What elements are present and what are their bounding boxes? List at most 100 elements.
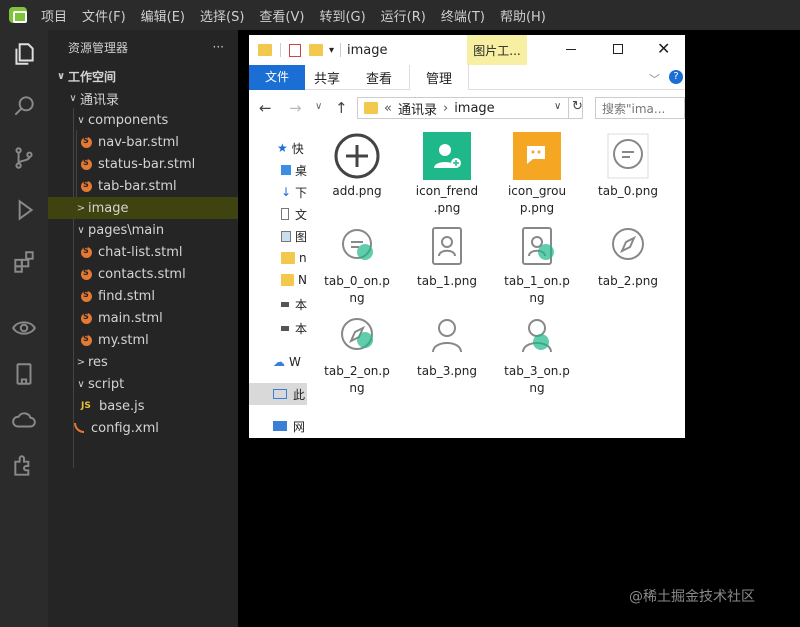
source-control-icon[interactable] — [0, 136, 48, 180]
file-item[interactable]: tab_3_on.p ng — [492, 312, 582, 397]
refresh-icon[interactable]: ↻ — [572, 99, 583, 114]
search-input[interactable]: 搜索"ima... — [595, 97, 685, 119]
tree-file[interactable]: main.stml — [48, 307, 238, 329]
nav-quick-access[interactable]: ★ 快 — [249, 137, 307, 159]
file-item[interactable]: tab_3.png — [402, 312, 492, 380]
tree-file[interactable]: status-bar.stml — [48, 153, 238, 175]
file-item[interactable]: tab_1.png — [402, 222, 492, 290]
back-arrow-icon[interactable]: ← — [259, 99, 272, 117]
chevron-down-icon[interactable]: ﹀ — [649, 71, 660, 87]
tab-file[interactable]: 文件 — [249, 64, 305, 90]
tree-file[interactable]: nav-bar.stml — [48, 131, 238, 153]
extensions-icon[interactable] — [0, 240, 48, 284]
file-item[interactable]: add.png — [312, 132, 402, 200]
close-button[interactable]: ✕ — [657, 39, 670, 58]
tree-file[interactable]: my.stml — [48, 329, 238, 351]
properties-icon[interactable] — [289, 43, 301, 57]
tree-folder-res[interactable]: > res — [48, 351, 238, 373]
more-actions-button[interactable]: ··· — [213, 40, 224, 54]
help-icon[interactable]: ? — [669, 70, 683, 84]
file-item[interactable]: icon_grou p.png — [492, 132, 582, 217]
file-name: p.png — [519, 201, 555, 215]
tree-folder-pages[interactable]: ∨ pages\main — [48, 219, 238, 241]
recent-locations-icon[interactable]: ∨ — [315, 101, 322, 112]
explorer-icon[interactable] — [0, 32, 48, 76]
maximize-button[interactable] — [613, 44, 623, 54]
search-icon[interactable] — [0, 84, 48, 128]
file-item[interactable]: tab_2_on.p ng — [312, 312, 402, 397]
device-icon[interactable] — [0, 352, 48, 396]
forward-arrow-icon[interactable]: → — [289, 99, 302, 117]
window-title: image — [347, 42, 388, 58]
chevron-down-icon: ∨ — [77, 378, 85, 390]
plugin-icon[interactable] — [0, 444, 48, 488]
tree-file[interactable]: config.xml — [48, 417, 238, 439]
path-overflow[interactable]: « — [384, 101, 392, 116]
tree-file[interactable]: tab-bar.stml — [48, 175, 238, 197]
path-segment[interactable]: 通讯录 — [398, 99, 437, 118]
nav-label: 快 — [291, 141, 304, 156]
tab-share[interactable]: 共享 — [301, 65, 353, 90]
nav-desktop[interactable]: 桌 — [249, 159, 307, 181]
quick-access-dropdown-icon[interactable]: ▾ — [329, 45, 334, 56]
tab-manage[interactable]: 管理 — [409, 64, 470, 90]
tree-label: script — [88, 376, 125, 392]
minimize-button[interactable] — [566, 49, 576, 50]
navigation-pane: ★ 快 桌 ↓ 下 文 图 n N 本 本 ☁ W 此 网 — [249, 127, 307, 438]
tab-view[interactable]: 查看 — [353, 65, 405, 90]
chevron-down-icon[interactable]: ∨ — [554, 101, 561, 112]
chevron-right-icon: › — [442, 100, 449, 116]
menu-view[interactable]: 查看(V) — [259, 6, 304, 25]
file-item[interactable]: tab_2.png — [583, 222, 673, 290]
nav-label: N — [298, 273, 307, 287]
menu-help[interactable]: 帮助(H) — [500, 6, 546, 25]
cloud-icon[interactable] — [0, 398, 48, 442]
menu-project[interactable]: 项目 — [41, 6, 67, 25]
up-arrow-icon[interactable]: ↑ — [335, 99, 348, 117]
file-item[interactable]: icon_frend .png — [402, 132, 492, 217]
cloud-icon: ☁ — [273, 355, 285, 369]
sidebar-title: 资源管理器 — [68, 40, 129, 55]
drive-icon — [281, 301, 289, 307]
nav-downloads[interactable]: ↓ 下 — [249, 181, 307, 203]
tree-folder-script[interactable]: ∨ script — [48, 373, 238, 395]
nav-folder[interactable]: n — [249, 247, 307, 269]
address-bar[interactable]: « 通讯录 › image ∨ ↻ — [357, 97, 583, 119]
menu-terminal[interactable]: 终端(T) — [441, 6, 485, 25]
menu-goto[interactable]: 转到(G) — [319, 6, 365, 25]
tree-folder-image[interactable]: > image — [48, 197, 238, 219]
nav-network[interactable]: 网 — [249, 415, 307, 437]
tree-file[interactable]: JS base.js — [48, 395, 238, 417]
stml-file-icon — [81, 246, 92, 258]
nav-label: n — [299, 251, 307, 265]
menu-select[interactable]: 选择(S) — [200, 6, 244, 25]
nav-this-pc[interactable]: 此 — [249, 383, 307, 405]
nav-wps-cloud[interactable]: ☁ W — [249, 351, 307, 373]
tree-folder-components[interactable]: ∨ components — [48, 109, 238, 131]
file-item[interactable]: tab_0.png — [583, 132, 673, 200]
tree-label: find.stml — [98, 288, 155, 304]
tree-file[interactable]: find.stml — [48, 285, 238, 307]
tree-folder-contacts[interactable]: ∨ 通讯录 — [48, 87, 238, 109]
preview-eye-icon[interactable] — [0, 306, 48, 350]
file-item[interactable]: tab_1_on.p ng — [492, 222, 582, 307]
tree-file[interactable]: chat-list.stml — [48, 241, 238, 263]
new-folder-icon[interactable] — [309, 44, 323, 56]
run-debug-icon[interactable] — [0, 188, 48, 232]
nav-folder[interactable]: N — [249, 269, 307, 291]
nav-pictures[interactable]: 图 — [249, 225, 307, 247]
file-name: tab_0.png — [598, 184, 658, 198]
tree-label: base.js — [99, 398, 145, 414]
menu-run[interactable]: 运行(R) — [381, 6, 426, 25]
tree-label: 通讯录 — [80, 92, 120, 108]
path-segment[interactable]: image — [454, 101, 495, 116]
file-item[interactable]: tab_0_on.p ng — [312, 222, 402, 307]
menu-edit[interactable]: 编辑(E) — [141, 6, 185, 25]
tree-file[interactable]: contacts.stml — [48, 263, 238, 285]
menu-file[interactable]: 文件(F) — [82, 6, 126, 25]
nav-drive[interactable]: 本 — [249, 293, 307, 315]
tree-workspace[interactable]: ∨ 工作空间 — [48, 65, 238, 87]
picture-tools-tab[interactable]: 图片工... — [467, 35, 527, 65]
nav-drive[interactable]: 本 — [249, 317, 307, 339]
nav-documents[interactable]: 文 — [249, 203, 307, 225]
